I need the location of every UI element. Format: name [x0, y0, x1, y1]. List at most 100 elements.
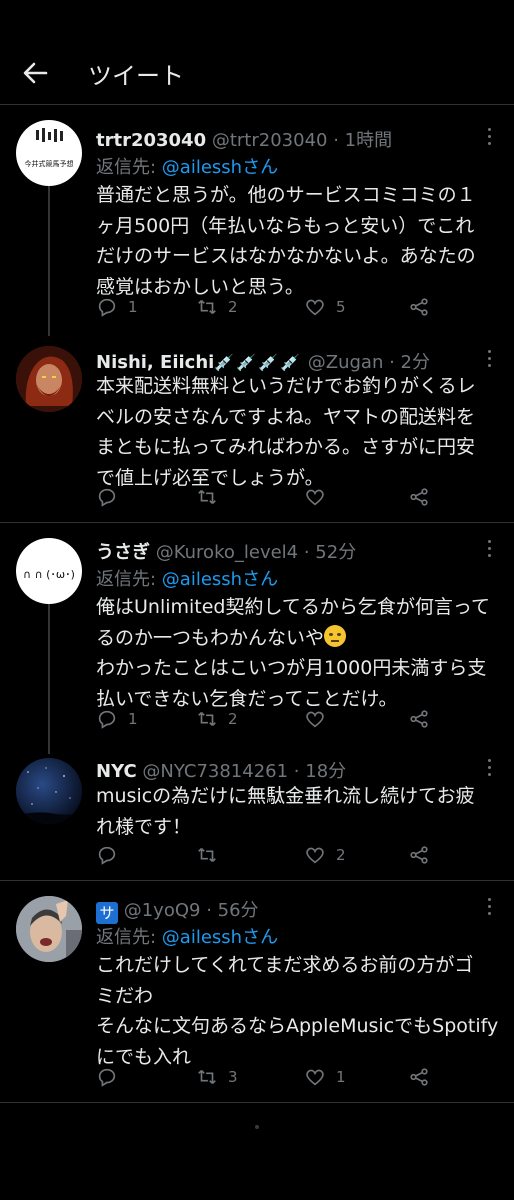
- reply-button[interactable]: [96, 484, 128, 510]
- handle[interactable]: @Zugan: [308, 352, 384, 373]
- share-icon: [410, 298, 428, 316]
- reply-handle-link[interactable]: @ailesshさん: [162, 157, 278, 178]
- back-button[interactable]: [20, 58, 50, 88]
- tweet-header: trtr203040 @trtr203040 · 1時間: [96, 130, 393, 151]
- share-icon: [410, 710, 428, 728]
- like-button[interactable]: [304, 484, 336, 510]
- loading-indicator: [255, 1125, 259, 1129]
- share-button[interactable]: [408, 706, 430, 732]
- reply-button[interactable]: [96, 842, 128, 868]
- tweet-text: 俺はUnlimited契約してるから乞食が何言って るのか一つもわかんないや わ…: [96, 596, 490, 710]
- heart-icon: [306, 1069, 324, 1086]
- more-options-icon[interactable]: [486, 540, 492, 558]
- avatar[interactable]: ∩ ∩ (･ω･): [16, 538, 82, 604]
- reply-icon: [98, 1068, 116, 1087]
- share-icon: [410, 488, 428, 506]
- timestamp[interactable]: 1時間: [345, 130, 392, 151]
- timestamp[interactable]: 56分: [218, 900, 259, 921]
- reply-to: 返信先: @ailesshさん: [96, 927, 279, 948]
- tweet-actions: 3 1: [96, 1064, 496, 1090]
- reply-to: 返信先: @ailesshさん: [96, 569, 279, 590]
- retweet-button[interactable]: 3: [196, 1064, 238, 1090]
- display-name[interactable]: Nishi, Eiichi: [96, 352, 214, 373]
- timestamp[interactable]: 18分: [305, 761, 346, 782]
- share-icon: [410, 846, 428, 864]
- like-button[interactable]: [304, 706, 336, 732]
- reply-to: 返信先: @ailesshさん: [96, 157, 279, 178]
- timestamp[interactable]: 52分: [315, 542, 356, 563]
- tweet-actions: 1 2 5: [96, 294, 496, 320]
- handle[interactable]: @Kuroko_level4: [156, 542, 298, 563]
- reply-button[interactable]: 1: [96, 706, 138, 732]
- tweet-text: musicの為だけに無駄金垂れ流し続けてお疲 れ様です！: [96, 785, 475, 838]
- avatar[interactable]: [16, 758, 82, 824]
- avatar-label: 今井式競馬予想: [25, 159, 74, 168]
- retweet-button[interactable]: 2: [196, 706, 238, 732]
- handle[interactable]: @NYC73814261: [142, 761, 288, 782]
- reply-icon: [98, 710, 116, 729]
- tweet-text: 本来配送料無料というだけでお釣りがくるレ ベルの安さなんですよね。ヤマトの配送料を…: [96, 375, 476, 489]
- arrow-left-icon: [23, 62, 48, 84]
- avatar[interactable]: 今井式競馬予想: [16, 120, 82, 186]
- avatar[interactable]: [16, 346, 82, 412]
- page-title: ツイート: [88, 62, 184, 90]
- tweet-header: NYC @NYC73814261 · 18分: [96, 761, 347, 782]
- share-button[interactable]: [408, 842, 430, 868]
- header-divider: [0, 104, 514, 105]
- heart-icon: [306, 847, 324, 864]
- heart-icon: [306, 489, 324, 506]
- display-name[interactable]: うさぎ: [96, 542, 150, 563]
- retweet-button[interactable]: [196, 842, 228, 868]
- share-icon: [410, 1068, 428, 1086]
- timestamp[interactable]: 2分: [401, 352, 430, 373]
- like-button[interactable]: 5: [304, 294, 346, 320]
- reply-handle-link[interactable]: @ailesshさん: [162, 569, 278, 590]
- display-name[interactable]: trtr203040: [96, 130, 206, 151]
- tweet-divider: [0, 880, 514, 881]
- reply-icon: [98, 298, 116, 317]
- tweet-actions: 1 2: [96, 706, 496, 732]
- thread-line: [48, 186, 50, 336]
- handle[interactable]: @trtr203040: [212, 130, 328, 151]
- share-button[interactable]: [408, 294, 430, 320]
- more-options-icon[interactable]: [486, 128, 492, 146]
- reply-button[interactable]: [96, 1064, 128, 1090]
- retweet-button[interactable]: [196, 484, 228, 510]
- tweet-divider: [0, 1102, 514, 1103]
- tweet-text: これだけしてくれてまだ求めるお前の方がゴ ミだわ そんなに文句あるならAppleMu…: [96, 954, 499, 1068]
- share-button[interactable]: [408, 1064, 430, 1090]
- like-button[interactable]: 2: [304, 842, 346, 868]
- more-options-icon[interactable]: [486, 759, 492, 777]
- thread-line: [48, 604, 50, 754]
- retweet-button[interactable]: 2: [196, 294, 238, 320]
- reply-icon: [98, 488, 116, 507]
- face-rolling-eyes-icon: [324, 624, 347, 647]
- reply-button[interactable]: 1: [96, 294, 138, 320]
- more-options-icon[interactable]: [486, 350, 492, 368]
- retweet-icon: [198, 1069, 216, 1085]
- tweet-header: サ @1yoQ9 · 56分: [96, 896, 484, 924]
- more-options-icon[interactable]: [486, 898, 492, 916]
- heart-icon: [306, 711, 324, 728]
- tweet-actions: 2: [96, 842, 496, 868]
- retweet-icon: [198, 711, 216, 727]
- reply-icon: [98, 846, 116, 865]
- app-header: ツイート: [0, 0, 514, 104]
- tweet-actions: [96, 484, 496, 510]
- avatar-label: ∩ ∩ (･ω･): [23, 568, 75, 581]
- display-name[interactable]: NYC: [96, 761, 137, 782]
- retweet-icon: [198, 489, 216, 505]
- share-button[interactable]: [408, 484, 430, 510]
- heart-icon: [306, 299, 324, 316]
- handle[interactable]: @1yoQ9: [124, 900, 201, 921]
- like-button[interactable]: 1: [304, 1064, 346, 1090]
- retweet-icon: [198, 847, 216, 863]
- avatar[interactable]: [16, 896, 82, 962]
- name-emoji: 💉💉💉💉: [214, 353, 303, 372]
- tweet-text: 普通だと思うが。他のサービスコミコミの１ ヶ月500円（年払いならもっと安い）でこ…: [96, 184, 476, 298]
- display-name[interactable]: サ: [96, 902, 118, 924]
- reply-handle-link[interactable]: @ailesshさん: [162, 927, 278, 948]
- tweet-header: うさぎ @Kuroko_level4 · 52分: [96, 542, 357, 563]
- retweet-icon: [198, 299, 216, 315]
- tweet-divider: [0, 522, 514, 523]
